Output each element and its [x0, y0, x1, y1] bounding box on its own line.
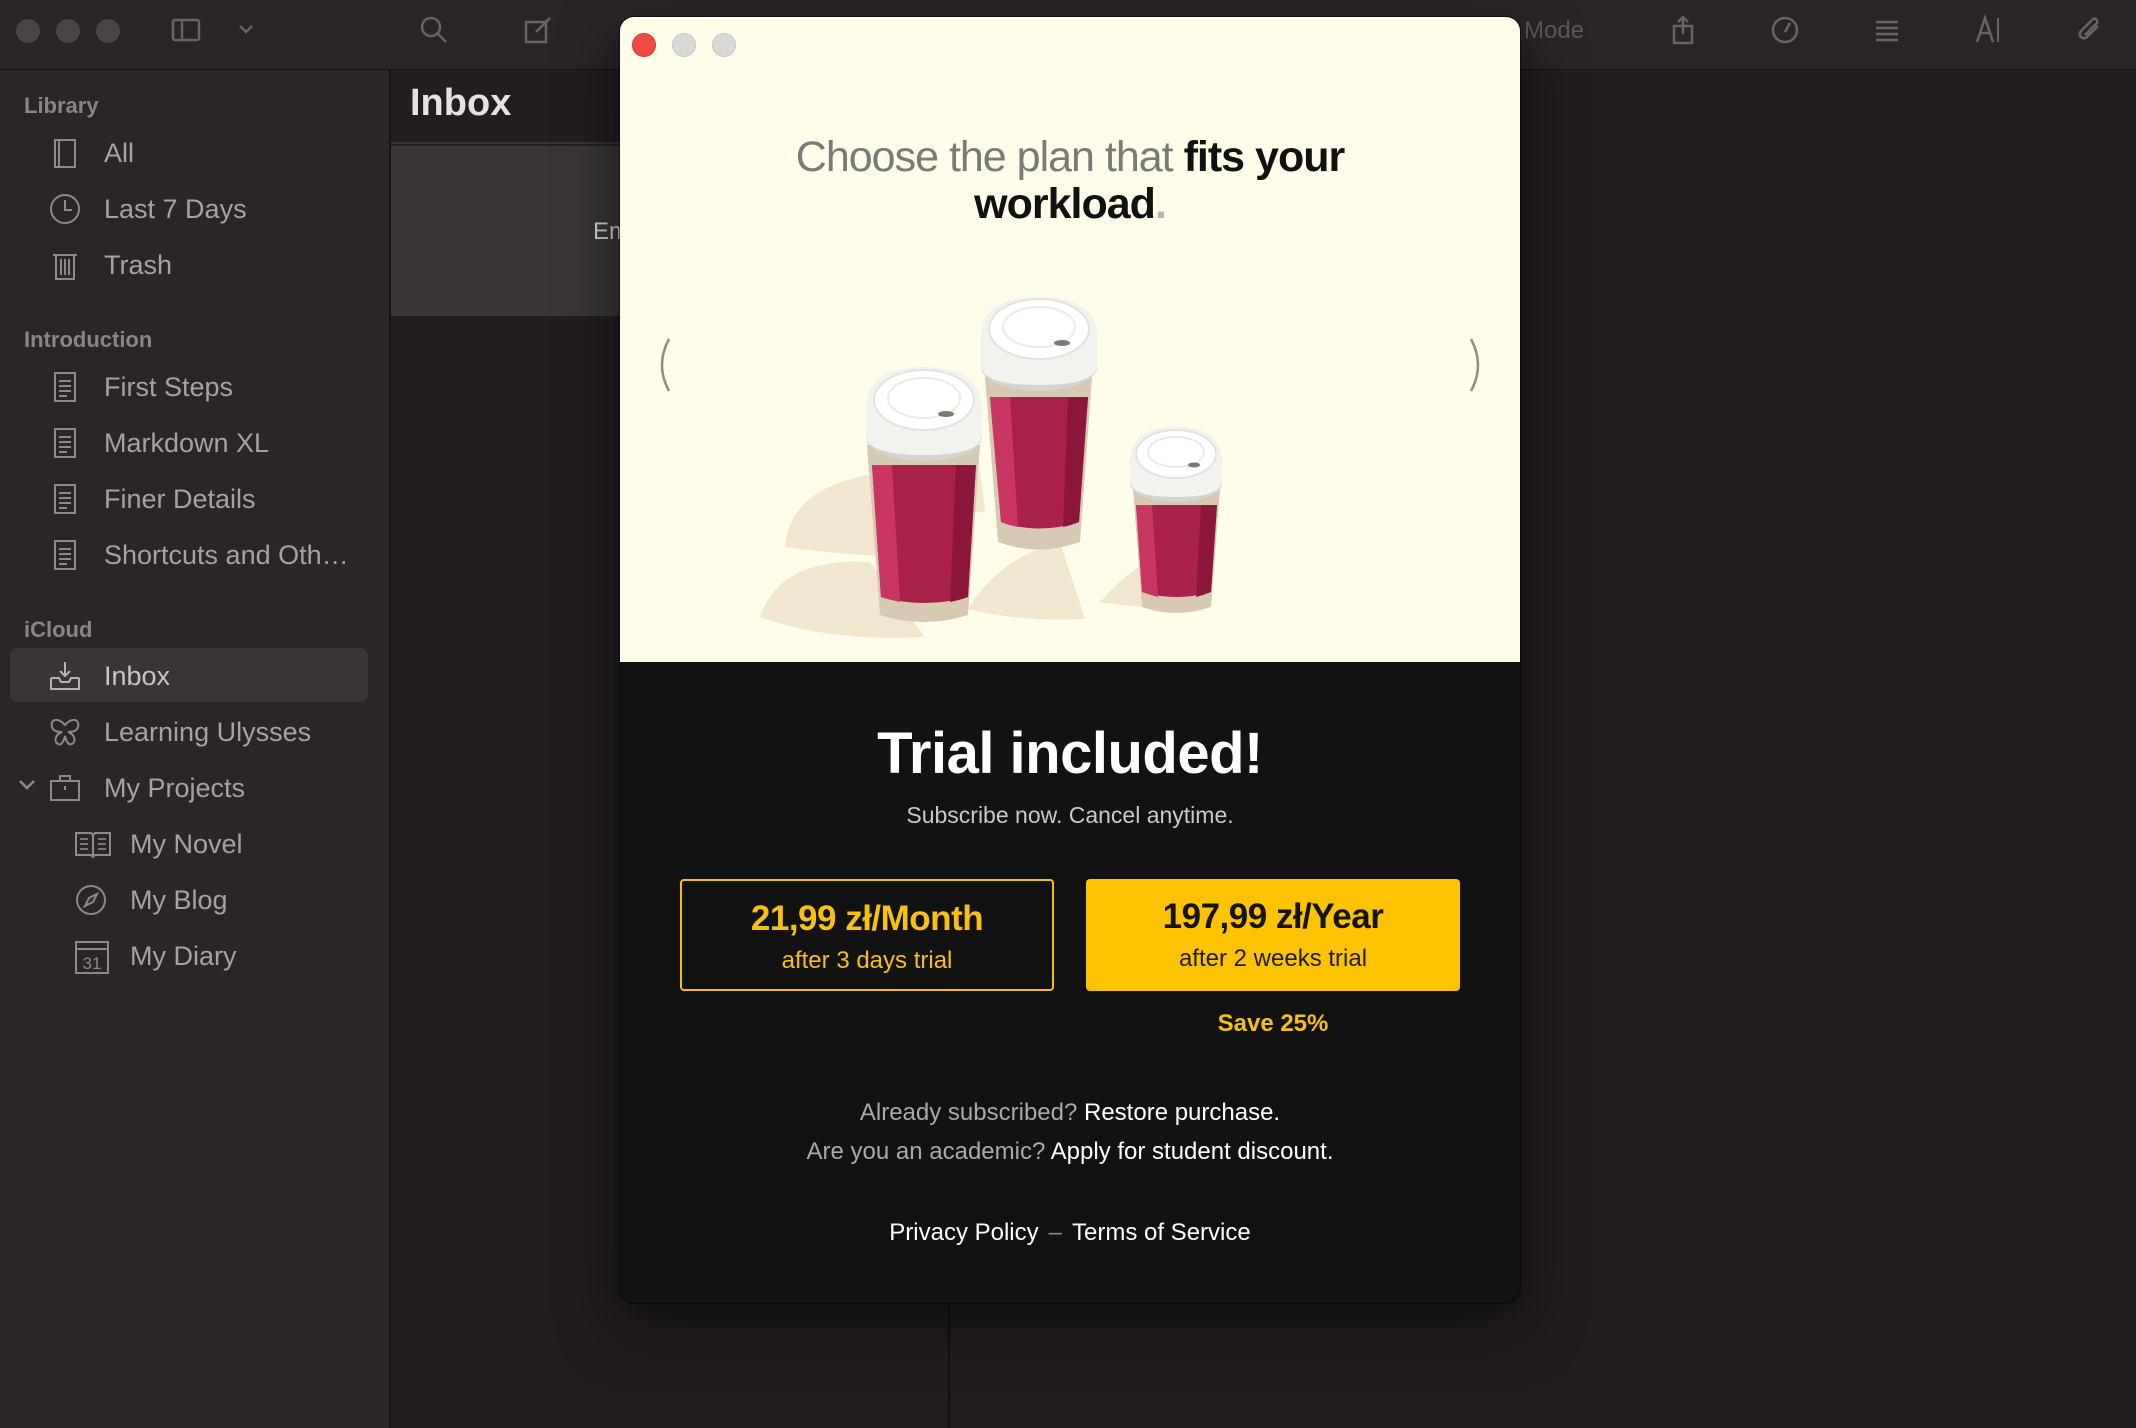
section-title-introduction: Introduction — [24, 327, 153, 352]
coffee-cups-illustration — [720, 257, 1420, 647]
headline-strong-text-1: fits your — [1183, 133, 1346, 181]
sidebar-item-label: Trash — [104, 250, 173, 280]
sidebar-item-label: My Projects — [104, 773, 246, 803]
document-icon — [48, 482, 82, 516]
sidebar-item-label: My Novel — [130, 829, 243, 859]
sidebar: Library All Last 7 Days Trash Introducti… — [0, 70, 391, 1428]
plan-headline: Choose the plan that fits your workload. — [720, 134, 1420, 228]
sidebar-item-shortcuts[interactable]: Shortcuts and Oth… — [10, 527, 368, 581]
modal-zoom-button — [712, 33, 736, 57]
sidebar-item-label: All — [104, 138, 135, 168]
chevron-down-icon[interactable] — [228, 14, 264, 50]
sidebar-toggle-icon[interactable] — [168, 14, 204, 50]
sidebar-item-label: Inbox — [104, 661, 171, 691]
typography-icon[interactable] — [1970, 14, 2006, 50]
headline-dot: . — [1154, 180, 1167, 228]
carousel-prev-icon[interactable] — [647, 335, 677, 395]
legal-links: Privacy Policy – Terms of Service — [620, 1219, 1520, 1247]
document-icon — [48, 538, 82, 572]
attachment-icon[interactable] — [2072, 14, 2108, 50]
monthly-plan-button[interactable]: 21,99 zł/Month after 3 days trial — [680, 879, 1054, 991]
briefcase-icon — [48, 771, 82, 805]
outline-icon[interactable] — [1869, 14, 1905, 50]
subscription-modal: Choose the plan that fits your workload. — [620, 17, 1520, 1303]
share-icon[interactable] — [1665, 14, 1701, 50]
sidebar-item-trash[interactable]: Trash — [10, 237, 368, 291]
sidebar-item-my-diary[interactable]: 31 My Diary — [10, 928, 368, 982]
sidebar-item-label: Shortcuts and Oth… — [104, 540, 349, 570]
large-cup — [981, 297, 1097, 550]
sheet-list-title: Inbox — [410, 82, 512, 124]
modal-close-button[interactable] — [632, 33, 656, 57]
sidebar-item-inbox[interactable]: Inbox — [10, 648, 368, 702]
privacy-policy-link[interactable]: Privacy Policy — [889, 1219, 1038, 1246]
carousel-next-icon[interactable] — [1463, 335, 1493, 395]
small-cup — [1130, 427, 1222, 613]
medium-cup — [866, 367, 982, 622]
trial-subtitle: Subscribe now. Cancel anytime. — [906, 802, 1234, 828]
close-window-button[interactable] — [16, 19, 40, 43]
terms-of-service-link[interactable]: Terms of Service — [1072, 1219, 1251, 1246]
plan-trial: after 3 days trial — [781, 947, 953, 974]
sidebar-item-finer-details[interactable]: Finer Details — [10, 471, 368, 525]
sidebar-item-label: Markdown XL — [104, 428, 270, 458]
clock-icon — [48, 192, 82, 226]
modal-hero: Choose the plan that fits your workload. — [620, 17, 1520, 662]
book-icon — [48, 136, 82, 170]
calendar-icon: 31 — [74, 939, 109, 974]
modal-minimize-button — [672, 33, 696, 57]
inbox-icon — [48, 659, 82, 693]
compose-icon[interactable] — [520, 14, 556, 50]
yearly-plan-button[interactable]: 197,99 zł/Year after 2 weeks trial — [1086, 879, 1460, 991]
academic-question: Are you an academic? — [806, 1138, 1046, 1165]
plan-trial: after 2 weeks trial — [1178, 945, 1368, 972]
butterfly-icon — [48, 715, 82, 749]
section-title-library: Library — [24, 93, 99, 118]
sidebar-item-my-blog[interactable]: My Blog — [10, 872, 368, 926]
sidebar-item-label: First Steps — [104, 372, 234, 402]
dashboard-icon[interactable] — [1767, 14, 1803, 50]
sidebar-item-label: Learning Ulysses — [104, 717, 312, 747]
section-title-icloud: iCloud — [24, 617, 93, 642]
sidebar-item-first-steps[interactable]: First Steps — [10, 359, 368, 413]
minimize-window-button[interactable] — [56, 19, 80, 43]
sidebar-item-markdown-xl[interactable]: Markdown XL — [10, 415, 368, 469]
plan-price: 197,99 zł/Year — [1162, 897, 1384, 936]
sidebar-item-label: Last 7 Days — [104, 194, 247, 224]
trial-title: Trial included! — [877, 721, 1263, 786]
restore-line: Already subscribed? Restore purchase. — [620, 1099, 1520, 1127]
compass-icon — [74, 883, 108, 917]
calendar-day-text: 31 — [83, 954, 102, 973]
sidebar-item-label: Finer Details — [104, 484, 256, 514]
sidebar-item-learning-ulysses[interactable]: Learning Ulysses — [10, 704, 368, 758]
sidebar-item-my-projects[interactable]: My Projects — [10, 760, 368, 814]
modal-body: Trial included! Subscribe now. Cancel an… — [620, 662, 1520, 1303]
academic-line: Are you an academic? Apply for student d… — [620, 1138, 1520, 1166]
sidebar-item-label: My Blog — [130, 885, 228, 915]
headline-muted-text: Choose the plan that — [795, 133, 1184, 181]
sidebar-item-label: My Diary — [130, 941, 237, 971]
search-icon[interactable] — [416, 14, 452, 50]
headline-strong-text-2: workload — [974, 180, 1156, 228]
document-icon — [48, 426, 82, 460]
legal-separator: – — [1048, 1219, 1062, 1246]
restore-purchase-link[interactable]: Restore purchase. — [1084, 1099, 1280, 1126]
sidebar-item-all[interactable]: All — [10, 125, 368, 179]
student-discount-link[interactable]: Apply for student discount. — [1051, 1138, 1334, 1165]
trash-icon — [48, 248, 82, 282]
restore-question: Already subscribed? — [859, 1099, 1078, 1126]
zoom-window-button[interactable] — [96, 19, 120, 43]
save-badge: Save 25% — [1217, 1010, 1329, 1037]
sidebar-item-last-7-days[interactable]: Last 7 Days — [10, 181, 368, 235]
open-book-icon — [74, 827, 111, 861]
chevron-down-icon[interactable] — [16, 774, 38, 796]
plan-price: 21,99 zł/Month — [750, 899, 984, 938]
sidebar-item-my-novel[interactable]: My Novel — [10, 816, 368, 870]
document-icon — [48, 370, 82, 404]
